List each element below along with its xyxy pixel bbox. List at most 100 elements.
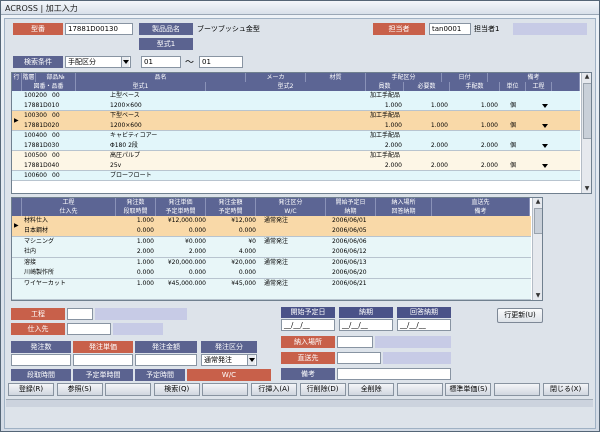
function-key-button[interactable]: 標準単価(S) bbox=[445, 383, 492, 396]
table-cell: 0.000 bbox=[136, 269, 154, 276]
row-update-button[interactable]: 行更新(U) bbox=[497, 308, 543, 323]
table-cell: 上型ベース bbox=[110, 92, 140, 99]
table-cell: 00 bbox=[52, 112, 60, 119]
direct-ship-input[interactable] bbox=[337, 352, 381, 364]
type1-label: 型式1 bbox=[139, 38, 193, 50]
function-key-button[interactable]: 検索(Q) bbox=[153, 383, 200, 396]
note-input[interactable] bbox=[337, 368, 451, 380]
table-cell: ワイヤーカット bbox=[24, 280, 66, 287]
search-to-input[interactable]: 01 bbox=[199, 56, 243, 68]
process-grid: 工程 発注数 発注単価 発注金額 発注区分 開始予定日 納入場所 直送先 仕入先 段取時間 予定単時… bbox=[11, 197, 543, 301]
function-key-button[interactable]: 登録(R) bbox=[8, 383, 54, 396]
table-cell: 2006/06/01 bbox=[332, 217, 367, 224]
unit-price-input[interactable] bbox=[73, 354, 133, 366]
process-input[interactable] bbox=[67, 308, 93, 320]
function-key-button[interactable]: 参照(S) bbox=[56, 383, 103, 396]
table-cell: 2.000 bbox=[136, 248, 154, 255]
function-key-button[interactable] bbox=[105, 383, 152, 396]
table-row[interactable]: 100400 00 キャビティコアー 加工手配品 17881D030 Φ180 2段 2.0… bbox=[12, 131, 580, 151]
table-cell: 00 bbox=[52, 132, 60, 139]
table-cell bbox=[206, 289, 258, 299]
table-row[interactable]: 100500 00 高圧パルプ 加工手配品 17881D040 25v 2.000 2.000… bbox=[12, 151, 580, 171]
table-cell: 加工手配品 bbox=[370, 132, 401, 139]
table-cell bbox=[306, 131, 364, 141]
function-key-button[interactable]: 行削除(D) bbox=[299, 383, 346, 396]
process-header-cell: 開始予定日 bbox=[326, 198, 376, 207]
table-cell: 通常発注 bbox=[264, 217, 289, 224]
product-value: ブーツブッシュ金型 bbox=[197, 25, 260, 33]
table-cell bbox=[64, 91, 104, 101]
function-key-button[interactable]: 行挿入(A) bbox=[251, 383, 297, 396]
table-cell: ¥45,000 bbox=[231, 280, 256, 287]
table-cell: 溶接 bbox=[24, 259, 37, 266]
table-row[interactable]: 100200 00 上型ベース 加工手配品 17881D010 1200×600 1.000… bbox=[12, 91, 580, 111]
delivery-place-input[interactable] bbox=[337, 336, 373, 348]
supplier-input[interactable] bbox=[67, 323, 111, 335]
table-cell: 0.000 bbox=[188, 269, 206, 276]
process-header-cell: 発注区分 bbox=[256, 198, 326, 207]
table-row[interactable]: 100600 00 ブローフロート bbox=[12, 171, 580, 181]
table-cell bbox=[262, 226, 328, 236]
process-header-cell: W/C bbox=[256, 207, 326, 216]
parts-header-cell: 員数 bbox=[366, 82, 404, 91]
table-row[interactable]: マシニング 1.000 ¥0.000 ¥0 通常発注 2006/06/06 社内 2.000 2… bbox=[12, 237, 531, 258]
parts-header-cell: 備考 bbox=[488, 73, 580, 82]
scroll-down-icon[interactable]: ▼ bbox=[582, 185, 591, 193]
table-cell: 100200 bbox=[24, 92, 47, 99]
reply-date-label: 回答納期 bbox=[397, 307, 451, 318]
scroll-thumb[interactable] bbox=[583, 83, 591, 139]
process-header-cell: 工程 bbox=[22, 198, 116, 207]
function-key-button[interactable]: 閉じる(X) bbox=[542, 383, 589, 396]
process-header-cell: 発注数 bbox=[116, 198, 156, 207]
process-grid-scrollbar[interactable]: ▲ ▼ bbox=[532, 198, 542, 300]
table-cell: 高圧パルプ bbox=[110, 152, 141, 159]
row-indicator-icon: ▶ bbox=[14, 117, 19, 124]
table-row[interactable]: ワイヤーカット 1.000 ¥45,000.000 ¥45,000 通常発注 2006/0… bbox=[12, 279, 531, 300]
order-qty-input[interactable] bbox=[11, 354, 71, 366]
amount-input[interactable] bbox=[135, 354, 197, 366]
table-row[interactable]: ▶ 100300 00 下型ベース 加工手配品 17881D020 1200×600 1.00… bbox=[12, 111, 580, 131]
table-cell: ¥12,000.000 bbox=[167, 217, 206, 224]
function-key-button[interactable] bbox=[494, 383, 540, 396]
function-key-button[interactable] bbox=[396, 383, 443, 396]
table-cell: 1.000 bbox=[136, 217, 154, 224]
table-cell bbox=[156, 289, 208, 299]
model-input[interactable]: 17881D00130 bbox=[65, 23, 133, 35]
scroll-down-icon[interactable]: ▼ bbox=[533, 292, 542, 300]
order-type-select[interactable]: 通常発注 bbox=[201, 354, 257, 366]
process-header-cell bbox=[12, 198, 22, 207]
table-cell: 2006/06/13 bbox=[332, 259, 367, 266]
search-condition-select[interactable]: 手配区分 bbox=[65, 56, 131, 68]
table-cell: 川崎製作所 bbox=[24, 269, 55, 276]
scroll-up-icon[interactable]: ▲ bbox=[582, 73, 591, 81]
scroll-thumb[interactable] bbox=[534, 208, 542, 234]
scroll-up-icon[interactable]: ▲ bbox=[533, 198, 542, 206]
table-cell: 1.000 bbox=[136, 280, 154, 287]
table-cell: ¥45,000.000 bbox=[167, 280, 206, 287]
person-code-input[interactable]: tan0001 bbox=[429, 23, 471, 35]
process-header-cell: 予定時間 bbox=[206, 207, 256, 216]
title-bar: ACROSS | 加工入力 bbox=[1, 1, 599, 15]
chevron-down-icon[interactable] bbox=[247, 355, 255, 365]
start-date-input[interactable]: __/__/__ bbox=[281, 319, 335, 331]
table-cell: 社内 bbox=[24, 248, 37, 255]
search-from-input[interactable]: 01 bbox=[141, 56, 181, 68]
table-cell bbox=[64, 131, 104, 141]
table-row[interactable]: ▶ 材料仕入 1.000 ¥12,000.000 ¥12,000 通常発注 2006/06/… bbox=[12, 216, 531, 237]
due-date-input[interactable]: __/__/__ bbox=[339, 319, 393, 331]
parts-header-cell: 行 bbox=[12, 73, 22, 82]
table-cell: 00 bbox=[52, 152, 60, 159]
table-cell bbox=[262, 289, 328, 299]
table-cell: ¥20,000 bbox=[231, 259, 256, 266]
reply-date-input[interactable]: __/__/__ bbox=[397, 319, 451, 331]
function-key-button[interactable] bbox=[202, 383, 249, 396]
parts-grid-scrollbar[interactable]: ▲ ▼ bbox=[581, 73, 591, 193]
table-cell bbox=[330, 289, 378, 299]
function-key-button[interactable]: 全削除 bbox=[348, 383, 395, 396]
table-cell: 1.000 bbox=[136, 238, 154, 245]
table-row[interactable]: 溶接 1.000 ¥20,000.000 ¥20,000 通常発注 2006/06/13 川… bbox=[12, 258, 531, 279]
table-cell: 通常発注 bbox=[264, 259, 289, 266]
table-cell: 材料仕入 bbox=[24, 217, 49, 224]
person-name: 担当者1 bbox=[474, 25, 500, 33]
chevron-down-icon[interactable] bbox=[121, 57, 129, 67]
